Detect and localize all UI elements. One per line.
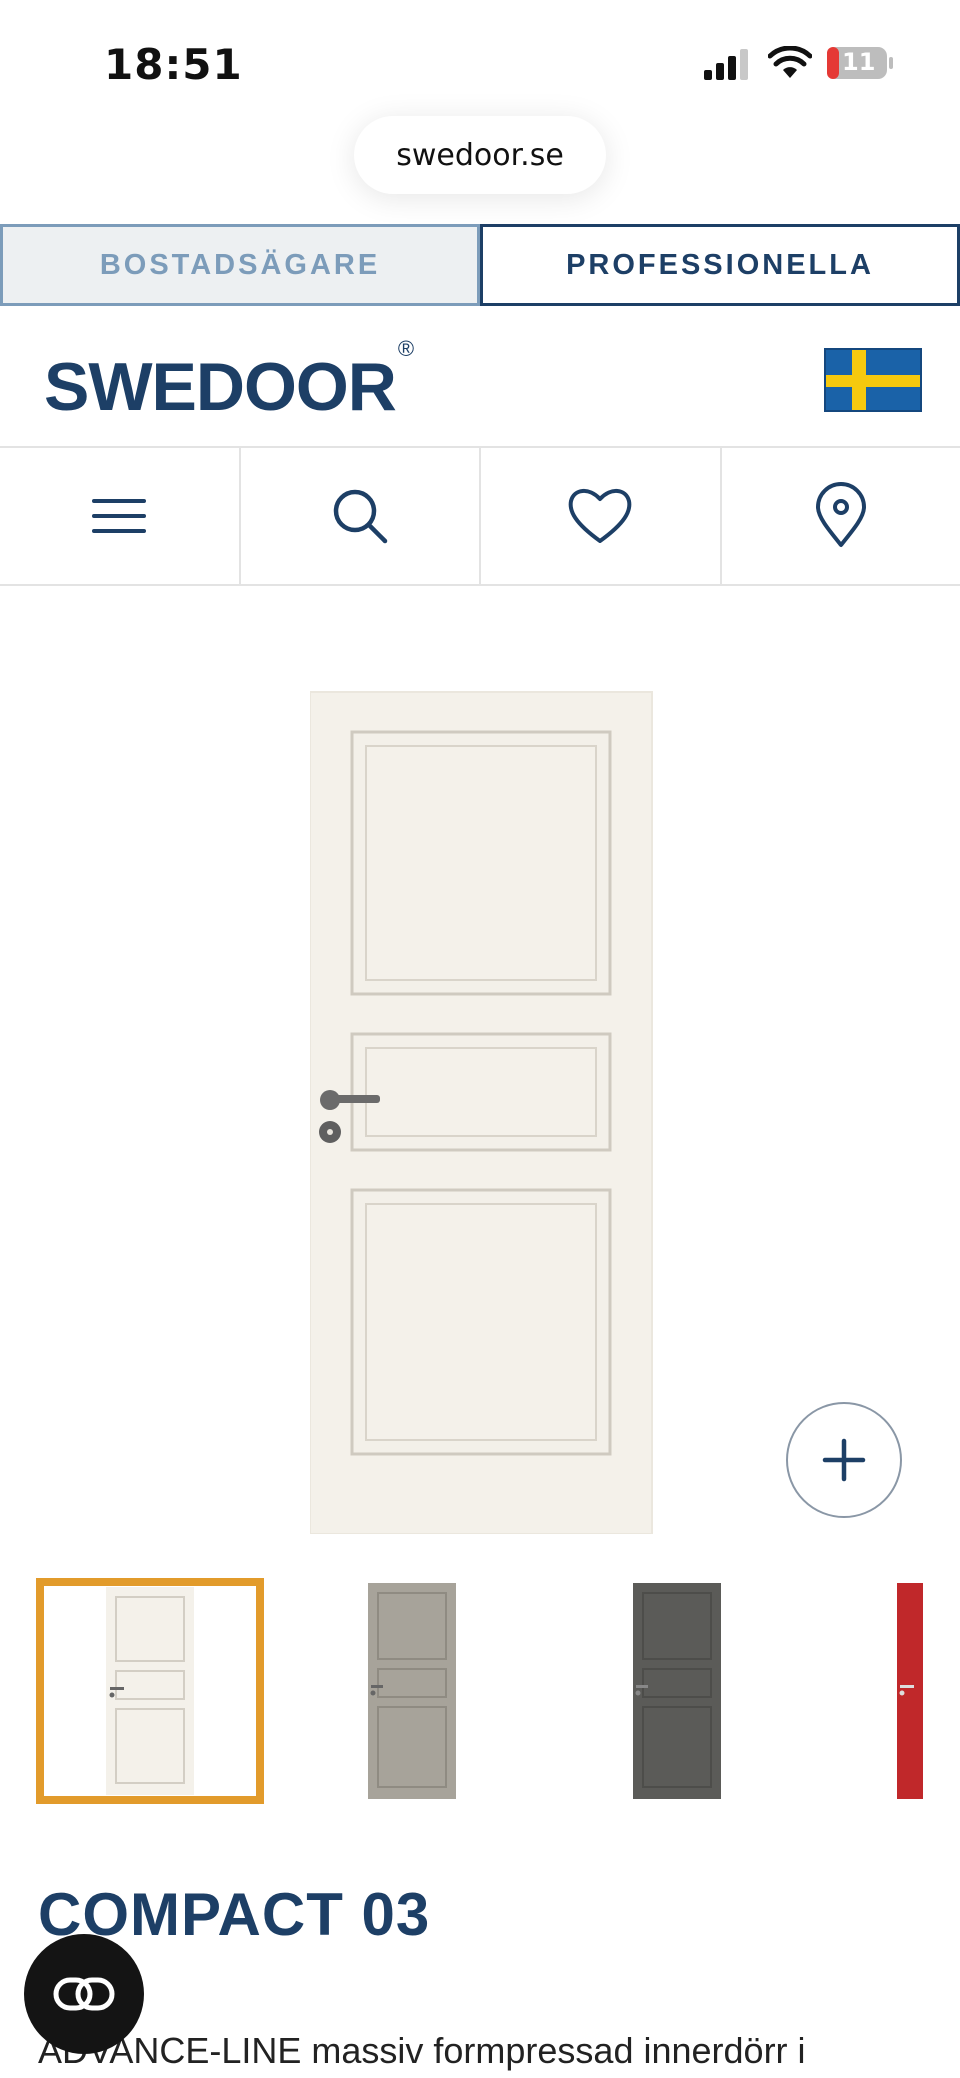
nav-icon-bar — [0, 448, 960, 586]
audience-tabs: BOSTADSÄGARE PROFESSIONELLA — [0, 224, 960, 306]
battery-level: 11 — [842, 48, 876, 76]
swedoor-logo[interactable]: SWEDOOR® — [44, 336, 414, 426]
status-time: 18:51 — [104, 40, 243, 89]
door-thumbnail — [368, 1583, 456, 1799]
zoom-button[interactable] — [786, 1402, 902, 1518]
product-image[interactable] — [304, 690, 654, 1535]
site-header: SWEDOOR® — [0, 306, 960, 448]
url-bar[interactable]: swedoor.se — [354, 116, 606, 194]
cellular-signal-icon — [704, 49, 748, 80]
registered-mark: ® — [397, 336, 414, 362]
product-description: ADVANCE-LINE massiv formpressad innerdör… — [38, 2030, 806, 2071]
variant-thumbnail-dark-grey[interactable] — [633, 1578, 721, 1804]
tab-professionals[interactable]: PROFESSIONELLA — [480, 224, 960, 306]
wifi-icon — [768, 46, 812, 78]
variant-thumbnail-white[interactable] — [36, 1578, 264, 1804]
floating-chat-button[interactable] — [24, 1934, 144, 2054]
battery-icon: 11 — [826, 46, 894, 80]
door-image — [304, 691, 653, 1535]
variant-thumbnail-red[interactable] — [897, 1578, 923, 1804]
status-bar: 18:51 11 swedoor.se — [0, 0, 960, 194]
location-pin-icon — [815, 482, 866, 547]
store-locator-button[interactable] — [722, 448, 960, 584]
variant-thumbnails — [0, 1578, 960, 1806]
variant-thumbnail-grey-beige[interactable] — [368, 1578, 456, 1804]
door-thumbnail — [633, 1583, 721, 1799]
sweden-flag-icon[interactable] — [824, 348, 922, 412]
favorites-button[interactable] — [481, 448, 722, 584]
door-thumbnail — [106, 1587, 194, 1795]
link-toggle-icon — [53, 1977, 115, 2011]
plus-icon — [822, 1438, 866, 1482]
search-icon — [333, 489, 387, 544]
door-thumbnail — [897, 1583, 923, 1799]
search-button[interactable] — [241, 448, 481, 584]
tab-homeowners[interactable]: BOSTADSÄGARE — [0, 224, 480, 306]
heart-icon — [568, 489, 632, 543]
menu-button[interactable] — [0, 448, 241, 584]
logo-text: SWEDOOR — [44, 349, 397, 425]
menu-icon — [92, 499, 147, 533]
